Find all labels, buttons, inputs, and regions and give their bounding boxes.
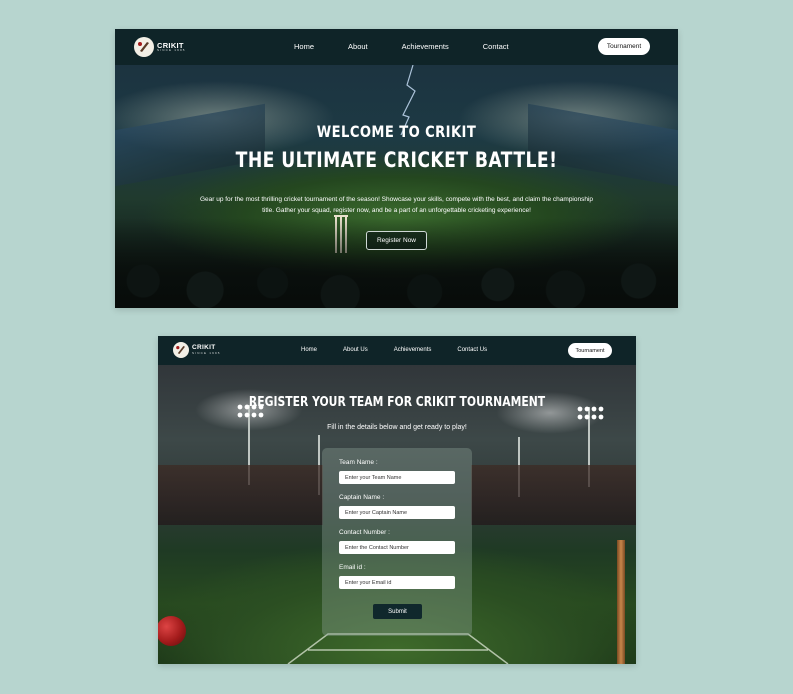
stadium-stand-right (471, 465, 636, 525)
stadium-hero-background (115, 65, 678, 308)
stadium-stand-left (158, 465, 323, 525)
stadium-stand-left (115, 103, 265, 187)
nav-home[interactable]: Home (294, 42, 314, 51)
cricket-logo-icon (173, 342, 189, 358)
hero-description: Gear up for the most thrilling cricket t… (199, 196, 594, 214)
nav-achievements[interactable]: Achievements (394, 347, 432, 353)
nav-links: Home About Us Achievements Contact Us (301, 347, 513, 353)
page-title: REGISTER YOUR TEAM FOR CRIKIT TOURNAMENT (248, 394, 546, 410)
email-label: Email id : (339, 564, 366, 571)
stadium-stand-right (528, 103, 678, 187)
nav-achievements[interactable]: Achievements (402, 42, 449, 51)
hero-page-mockup: CRIKIT SINCE 1995 Home About Achievement… (115, 29, 678, 308)
nav-about-us[interactable]: About Us (343, 347, 368, 353)
page-subtitle: Fill in the details below and get ready … (327, 424, 467, 431)
contact-number-label: Contact Number : (339, 529, 390, 536)
register-now-button[interactable]: Register Now (366, 231, 427, 250)
email-input[interactable] (339, 576, 455, 589)
brand-logo[interactable]: CRIKIT SINCE 1995 (173, 342, 221, 358)
nav-links: Home About Achievements Contact (294, 42, 543, 51)
captain-name-label: Captain Name : (339, 494, 385, 501)
team-name-input[interactable] (339, 471, 455, 484)
tournament-button[interactable]: Tournament (598, 38, 650, 55)
nav-contact[interactable]: Contact (483, 42, 509, 51)
nav-contact-us[interactable]: Contact Us (457, 347, 487, 353)
hero-title-line2: THE ULTIMATE CRICKET BATTLE! (235, 148, 558, 172)
registration-form: Team Name : Captain Name : Contact Numbe… (322, 448, 472, 636)
contact-number-input[interactable] (339, 541, 455, 554)
stump-icon (617, 540, 625, 664)
nav-home[interactable]: Home (301, 347, 317, 353)
top-navbar: CRIKIT SINCE 1995 Home About Achievement… (115, 29, 678, 65)
brand-tagline: SINCE 1995 (192, 350, 221, 355)
brand-logo[interactable]: CRIKIT SINCE 1995 (134, 37, 186, 57)
team-name-label: Team Name : (339, 459, 378, 466)
captain-name-input[interactable] (339, 506, 455, 519)
submit-button[interactable]: Submit (373, 604, 422, 619)
hero-title-line1: WELCOME TO CRIKIT (316, 122, 477, 141)
brand-tagline: SINCE 1995 (157, 48, 186, 53)
nav-about[interactable]: About (348, 42, 368, 51)
registration-page-mockup: CRIKIT SINCE 1995 Home About Us Achievem… (158, 336, 636, 664)
tournament-button[interactable]: Tournament (568, 343, 612, 358)
cricket-logo-icon (134, 37, 154, 57)
top-navbar: CRIKIT SINCE 1995 Home About Us Achievem… (158, 336, 636, 365)
